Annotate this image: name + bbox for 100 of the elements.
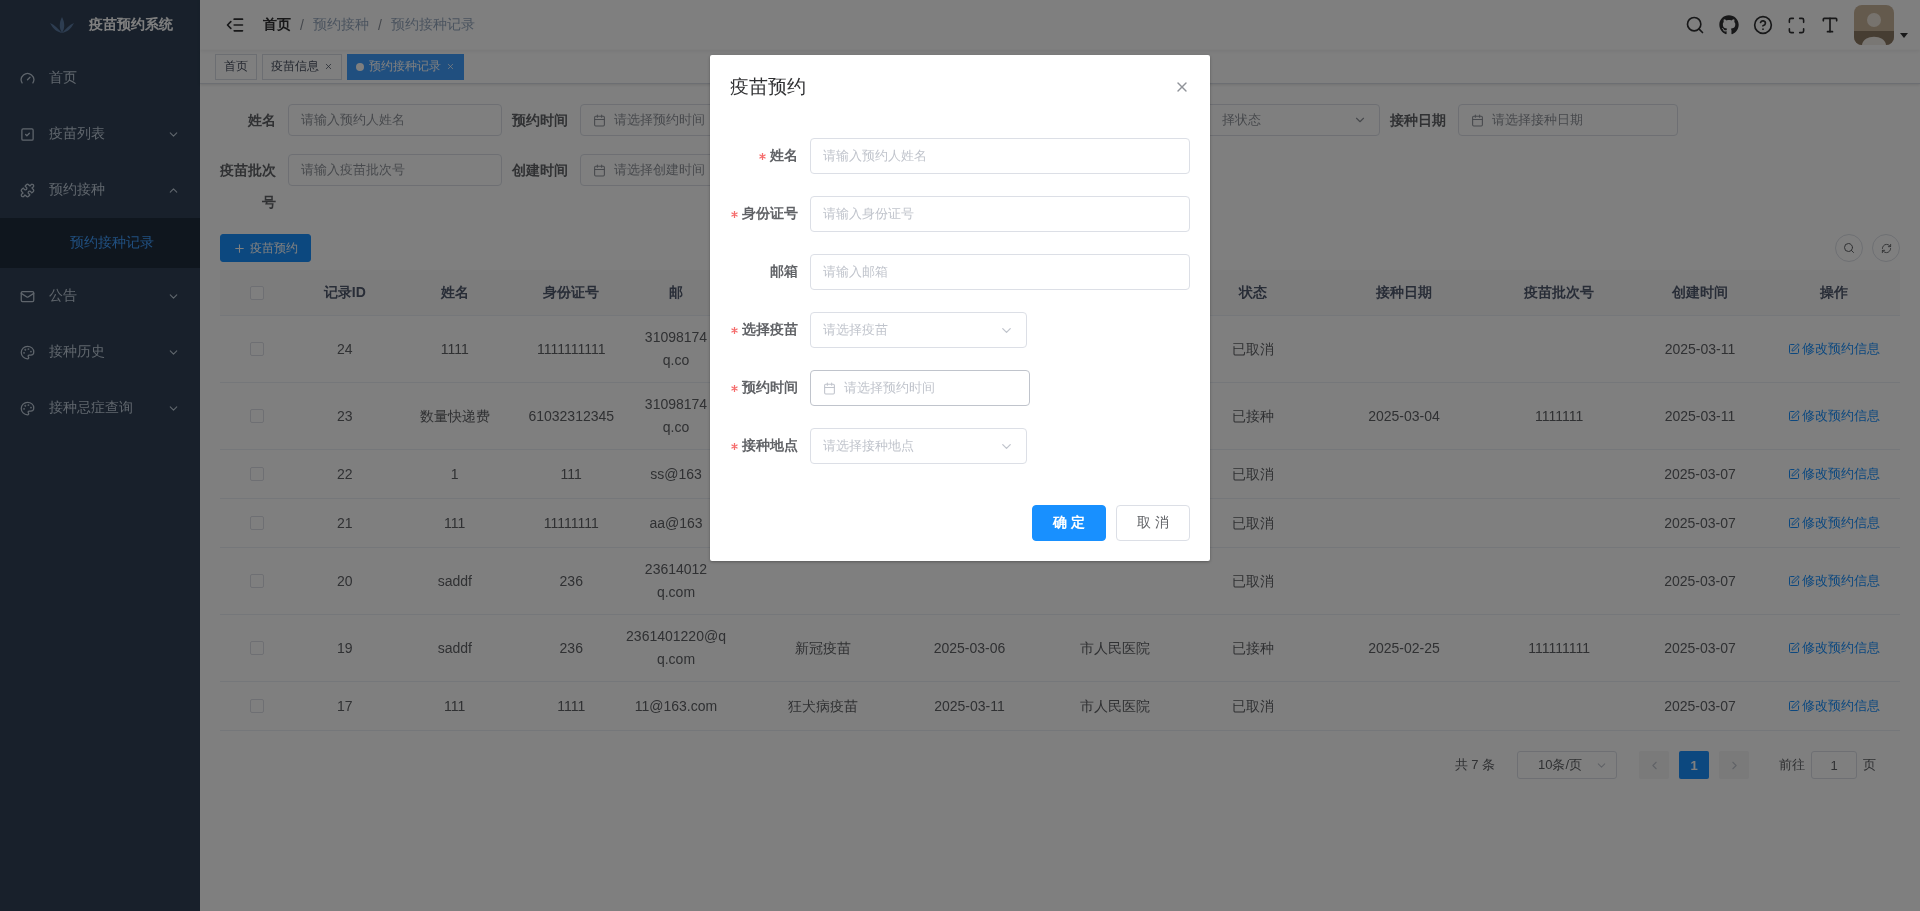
table-cell-text: 236 (559, 638, 583, 658)
active-dot (356, 62, 364, 71)
search-icon (1843, 242, 1855, 254)
column-header: 操作 (1819, 283, 1848, 302)
table-cell-text: 61032312345 (528, 406, 615, 426)
table-cell-text: 2025-03-07 (1664, 464, 1736, 484)
table-cell-text: 111 (444, 696, 466, 716)
table-cell-text: 23 (336, 406, 353, 426)
edit-link[interactable]: 修改预约信息 (1787, 572, 1880, 590)
column-header: 记录ID (323, 283, 366, 302)
calendar-icon (823, 381, 836, 395)
refresh-button[interactable] (1872, 234, 1900, 262)
select-field[interactable]: 请选择疫苗 (810, 312, 1027, 348)
page-tab[interactable]: 疫苗信息 (262, 53, 342, 80)
table-cell-text: aa@163 (649, 513, 703, 533)
table-cell-text: 已接种 (1232, 406, 1274, 426)
table-cell-text: 31098174 q.co (644, 395, 708, 437)
palette-icon (20, 400, 35, 416)
table-cell-text: 31098174 q.co (644, 328, 708, 370)
table-cell-text: 1111111 (1535, 406, 1584, 426)
palette-icon (20, 344, 35, 360)
page-suffix: 页 (1863, 756, 1876, 774)
field-label: 预约时间 (742, 379, 798, 397)
confirm-button[interactable]: 确 定 (1032, 505, 1106, 541)
filter-label: 创建时间 (512, 161, 569, 180)
menu-item[interactable]: 预约接种 (0, 162, 200, 218)
input-field[interactable]: 请输入预约人姓名 (810, 138, 1190, 174)
input-field[interactable]: 请输入邮箱 (810, 254, 1190, 290)
page-tab[interactable]: 首页 (215, 53, 257, 80)
menu-icon[interactable] (225, 15, 245, 35)
edit-icon (1787, 642, 1800, 654)
column-header: 身份证号 (543, 283, 600, 302)
date-field[interactable]: 请选择预约时间 (810, 370, 1030, 406)
mail-icon (20, 288, 35, 304)
table-cell-text: saddf (437, 571, 472, 591)
table-cell-text: 236 (559, 571, 583, 591)
page-button[interactable]: 1 (1679, 751, 1709, 779)
table-cell-text: 2025-03-04 (1368, 406, 1440, 426)
menu-item[interactable]: 首页 (0, 50, 200, 106)
breadcrumb-item[interactable]: 首页 (263, 16, 291, 34)
close-icon[interactable] (324, 62, 333, 71)
help-icon[interactable] (1753, 15, 1773, 35)
filter-label: 姓名 (247, 111, 277, 130)
field-label: 选择疫苗 (742, 321, 798, 339)
select-field[interactable]: 请选择接种地点 (810, 428, 1027, 464)
table-cell-text: 21 (336, 513, 353, 533)
logo-icon (47, 15, 77, 35)
jump-label: 前往 (1779, 756, 1805, 774)
filter-label: 疫苗批次号 (220, 161, 277, 212)
table-cell-text: 111111111 (1528, 638, 1591, 658)
column-header: 邮 (669, 283, 683, 302)
caret-icon[interactable] (1900, 32, 1908, 38)
submenu-item[interactable]: 预约接种记录 (0, 218, 200, 268)
page-size-select[interactable]: 10条/页 (1517, 751, 1617, 779)
table-cell-text: 1111111111 (537, 339, 606, 359)
font-size-icon[interactable] (1820, 15, 1840, 35)
cancel-button[interactable]: 取 消 (1116, 505, 1190, 541)
column-header: 姓名 (440, 283, 469, 302)
table-cell-text: 11111111 (543, 513, 599, 533)
edit-link[interactable]: 修改预约信息 (1787, 514, 1880, 532)
edit-link[interactable]: 修改预约信息 (1787, 697, 1880, 715)
column-header: 接种日期 (1376, 283, 1432, 302)
add-appointment-button[interactable]: 疫苗预约 (220, 234, 311, 262)
menu-item[interactable]: 接种历史 (0, 324, 200, 380)
table-cell-text: 24 (336, 339, 353, 359)
edit-link[interactable]: 修改预约信息 (1787, 639, 1880, 657)
edit-link[interactable]: 修改预约信息 (1787, 340, 1880, 358)
edit-link[interactable]: 修改预约信息 (1787, 465, 1880, 483)
fullscreen-icon[interactable] (1787, 15, 1806, 35)
menu-item[interactable]: 接种忌症查询 (0, 380, 200, 436)
input-field[interactable]: 请输入身份证号 (810, 196, 1190, 232)
search-button[interactable] (1835, 234, 1863, 262)
edit-icon (1787, 517, 1800, 529)
edit-icon (1787, 575, 1800, 587)
calendar-icon (593, 113, 606, 127)
table-cell-text: 狂犬病疫苗 (788, 696, 859, 716)
table-cell-text: 111 (444, 513, 466, 533)
breadcrumb-separator: / (300, 17, 304, 33)
page-tab[interactable]: 预约接种记录 (347, 53, 464, 80)
menu-item[interactable]: 公告 (0, 268, 200, 324)
table-cell-text: 2025-03-11 (1664, 339, 1736, 359)
table-cell-text: 已取消 (1232, 464, 1274, 484)
menu-item[interactable]: 疫苗列表 (0, 106, 200, 162)
field-label: 接种地点 (742, 437, 798, 455)
avatar[interactable] (1854, 5, 1894, 45)
table-cell-text: 2025-03-11 (1664, 406, 1736, 426)
calendar-icon (593, 163, 606, 177)
edit-link[interactable]: 修改预约信息 (1787, 407, 1880, 425)
table-cell-text: 1111 (557, 696, 586, 716)
puzzle-icon (20, 182, 35, 198)
page-jump-field[interactable]: 1 (1811, 751, 1857, 779)
github-icon[interactable] (1719, 15, 1739, 35)
table-cell-text: 22 (336, 464, 353, 484)
table-cell-text: 2025-03-11 (934, 696, 1005, 716)
total-count: 共 7 条 (1454, 756, 1495, 774)
table-cell-text: 已接种 (1232, 638, 1274, 658)
edit-icon (1787, 343, 1800, 355)
table-cell-text: saddf (437, 638, 472, 658)
dashboard-icon (20, 70, 35, 86)
search-icon[interactable] (1685, 15, 1705, 35)
